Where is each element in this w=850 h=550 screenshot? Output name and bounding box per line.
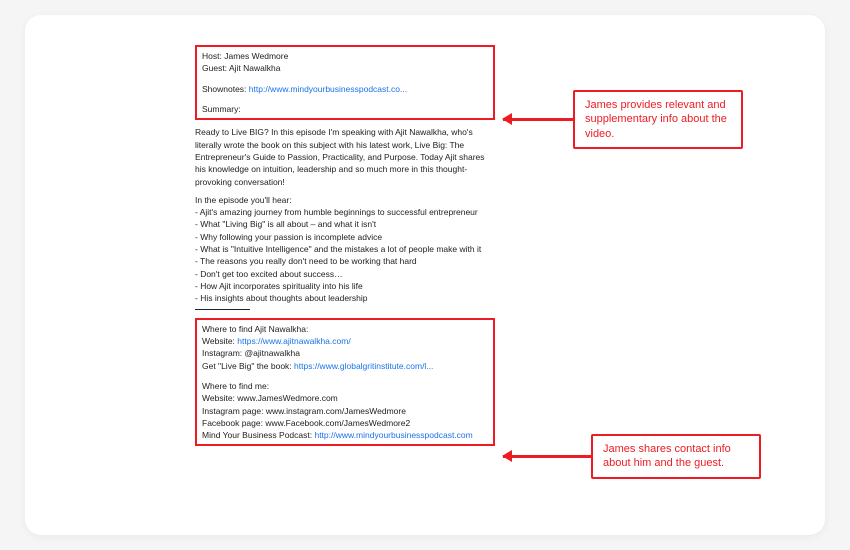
guest-website-label: Website: [202,336,235,346]
host-website-label: Website: [202,393,235,403]
separator-line [195,309,250,310]
host-facebook-line: Facebook page: www.Facebook.com/JamesWed… [202,417,488,429]
shownotes-label: Shownotes: [202,84,246,94]
summary-paragraph: Ready to Live BIG? In this episode I'm s… [195,126,495,188]
callout-top: James provides relevant and supplementar… [503,90,743,149]
video-description: Host: James Wedmore Guest: Ajit Nawalkha… [195,45,495,446]
guest-label: Guest: [202,63,227,73]
callout-top-text: James provides relevant and supplementar… [573,90,743,149]
find-guest-label: Where to find Ajit Nawalkha: [202,323,488,335]
host-line: Host: James Wedmore [202,50,488,62]
guest-instagram-line: Instagram: @ajitnawalkha [202,347,488,359]
bullet-item: - What "Living Big" is all about – and w… [195,218,495,230]
bullets-intro: In the episode you'll hear: [195,194,495,206]
podcast-link[interactable]: http://www.mindyourbusinesspodcast.com [314,430,472,440]
host-facebook-label: Facebook page: [202,418,263,428]
guest-website-line: Website: https://www.ajitnawalkha.com/ [202,335,488,347]
callout-bottom-text: James shares contact info about him and … [591,434,761,479]
podcast-label: Mind Your Business Podcast: [202,430,312,440]
host-instagram-text: www.instagram.com/JamesWedmore [266,406,406,416]
arrow-icon [503,118,573,121]
bullet-item: - Why following your passion is incomple… [195,231,495,243]
info-box-bottom: Where to find Ajit Nawalkha: Website: ht… [195,318,495,447]
host-instagram-line: Instagram page: www.instagram.com/JamesW… [202,405,488,417]
bullet-item: - The reasons you really don't need to b… [195,255,495,267]
host-facebook-text: www.Facebook.com/JamesWedmore2 [265,418,410,428]
host-label: Host: [202,51,222,61]
host-website-text: www.JamesWedmore.com [237,393,337,403]
arrow-icon [503,455,591,458]
host-name: James Wedmore [224,51,288,61]
bullet-item: - What is "Intuitive Intelligence" and t… [195,243,495,255]
book-link[interactable]: https://www.globalgritinstitute.com/l... [294,361,433,371]
book-label: Get "Live Big" the book: [202,361,292,371]
find-host-label: Where to find me: [202,380,488,392]
bullet-item: - His insights about thoughts about lead… [195,292,495,304]
guest-instagram-handle: @ajitnawalkha [245,348,300,358]
podcast-line: Mind Your Business Podcast: http://www.m… [202,429,488,441]
book-line: Get "Live Big" the book: https://www.glo… [202,360,488,372]
callout-bottom: James shares contact info about him and … [503,434,761,479]
bullet-item: - How Ajit incorporates spirituality int… [195,280,495,292]
shownotes-link[interactable]: http://www.mindyourbusinesspodcast.co... [249,84,407,94]
host-instagram-label: Instagram page: [202,406,263,416]
bullet-item: - Don't get too excited about success… [195,268,495,280]
screenshot-card: Host: James Wedmore Guest: Ajit Nawalkha… [25,15,825,535]
guest-website-link[interactable]: https://www.ajitnawalkha.com/ [237,336,350,346]
summary-label: Summary: [202,103,488,115]
host-website-line: Website: www.JamesWedmore.com [202,392,488,404]
bullets-list: - Ajit's amazing journey from humble beg… [195,206,495,305]
guest-name: Ajit Nawalkha [229,63,281,73]
info-box-top: Host: James Wedmore Guest: Ajit Nawalkha… [195,45,495,120]
guest-instagram-label: Instagram: [202,348,242,358]
shownotes-line: Shownotes: http://www.mindyourbusinesspo… [202,83,488,95]
bullet-item: - Ajit's amazing journey from humble beg… [195,206,495,218]
guest-line: Guest: Ajit Nawalkha [202,62,488,74]
